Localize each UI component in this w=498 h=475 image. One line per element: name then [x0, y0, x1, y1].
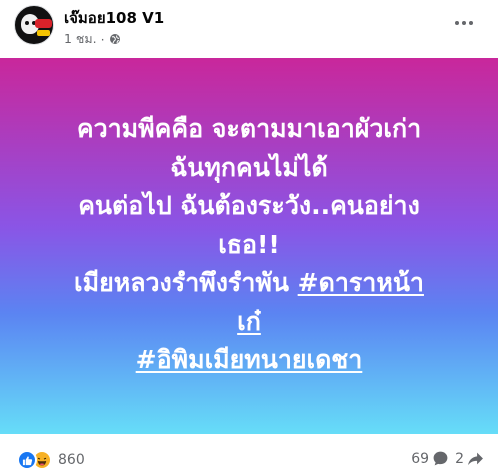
author-name[interactable]: เจ๊มอย108 V1 [64, 6, 164, 30]
post-line-text: เมียหลวงรำพึงรำพัน [74, 268, 298, 297]
avatar-eye [25, 21, 29, 25]
post-footer: 860 69 2 [0, 434, 498, 475]
hashtag-link[interactable]: เก๋ [237, 307, 261, 336]
avatar-badge [35, 19, 52, 28]
meta-separator: · [100, 31, 105, 47]
post-meta: 1 ชม. · [64, 29, 121, 49]
post-line: ความพีคคือ จะตามมาเอาผัวเก่า [76, 114, 422, 143]
post-line: คนต่อไป ฉันต้องระวัง..คนอย่าง [78, 191, 420, 220]
comment-icon [433, 451, 448, 466]
avatar-badge [37, 30, 50, 36]
reactions-summary[interactable]: 860 [17, 450, 85, 470]
comments-link[interactable]: 69 [411, 450, 449, 467]
engagement-stats: 69 2 [411, 450, 484, 467]
comment-count: 69 [411, 450, 430, 467]
post-header: เจ๊มอย108 V1 1 ชม. · [0, 0, 498, 58]
reaction-count: 860 [58, 452, 85, 468]
post-line: ฉันทุกคนไม่ได้ [170, 152, 328, 182]
post-text: ความพีคคือ จะตามมาเอาผัวเก่า ฉันทุกคนไม่… [0, 58, 498, 380]
post-time[interactable]: 1 ชม. [64, 29, 97, 49]
more-options-icon[interactable] [452, 13, 476, 33]
globe-icon [109, 34, 120, 44]
like-icon [17, 450, 37, 470]
avatar[interactable] [14, 5, 54, 45]
post-line: เธอ!! [218, 229, 280, 259]
share-count: 2 [455, 450, 464, 467]
hashtag-link[interactable]: #ดาราหน้า [298, 268, 424, 297]
hashtag-link[interactable]: #อิพิมเมียทนายเดชา [136, 345, 363, 374]
post-line: #อิพิมเมียทนายเดชา [0, 341, 498, 380]
post-line: เก๋ [0, 303, 498, 342]
share-icon [468, 452, 483, 466]
post-line: เมียหลวงรำพึงรำพัน #ดาราหน้า [0, 264, 498, 303]
shares-link[interactable]: 2 [455, 450, 484, 467]
